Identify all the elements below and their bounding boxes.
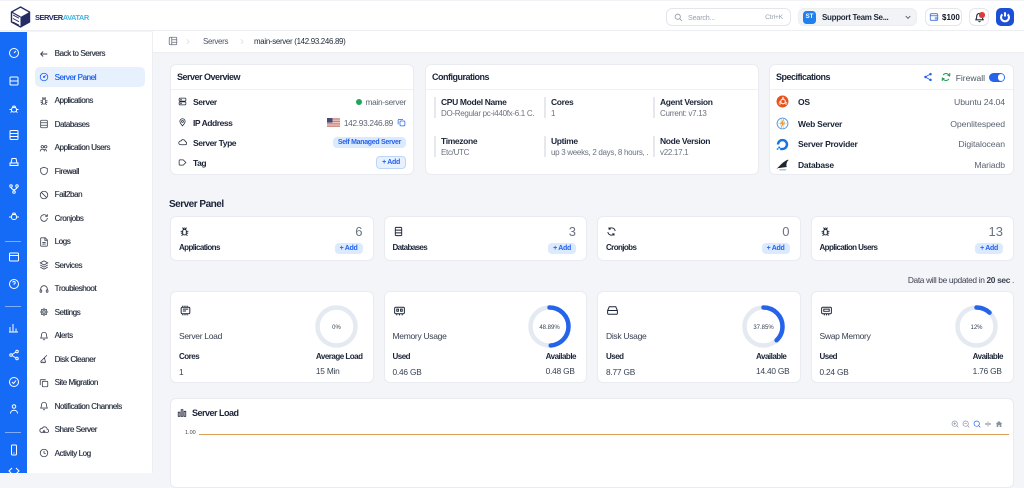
svg-text:0%: 0% (332, 325, 341, 331)
svg-text:12%: 12% (970, 325, 983, 331)
svg-text:37.85%: 37.85% (753, 325, 774, 331)
svg-text:48.89%: 48.89% (539, 325, 560, 331)
